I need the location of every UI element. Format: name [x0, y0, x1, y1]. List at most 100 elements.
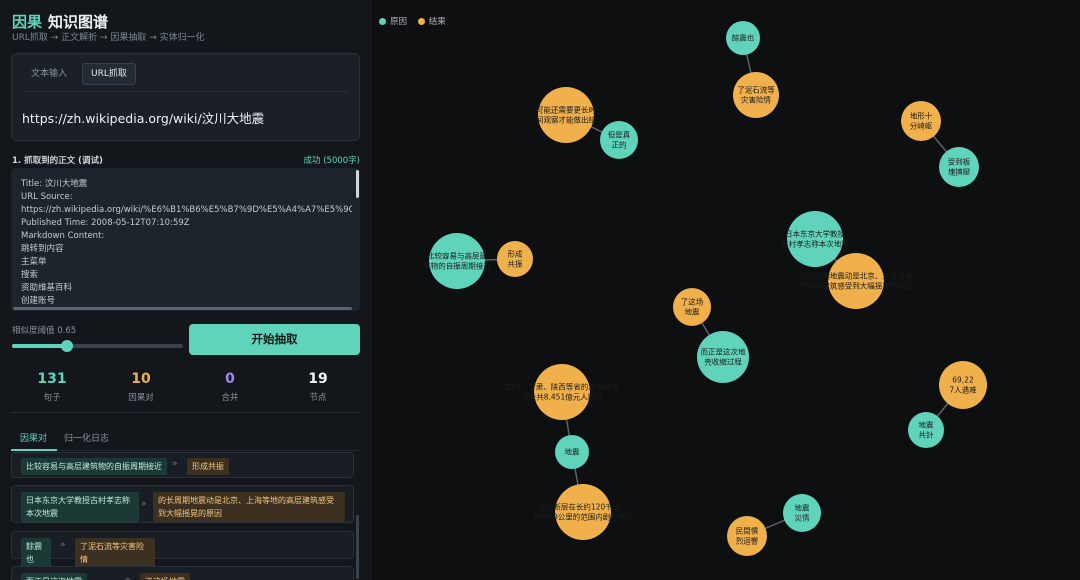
effect-chip: 了这场地震	[140, 573, 190, 580]
graph-node-effect[interactable]: 四川、甘肃、陕西等省的直接经济损失共8,451億元人民幣	[506, 364, 619, 420]
app-title-accent: 因果	[12, 13, 43, 31]
graph-node-cause[interactable]: 地震共計	[908, 412, 944, 448]
extracted-text-line: URL Source:	[21, 192, 73, 202]
arrow-right-icon: »	[125, 575, 131, 580]
horizontal-scrollbar[interactable]	[13, 307, 352, 310]
causal-pair-row[interactable]: 比较容易与高层建筑物的自振周期接近 » 形成共振	[11, 452, 354, 478]
app-title: 因果 知识图谱	[12, 11, 108, 32]
knowledge-graph-canvas[interactable]: 原因 结果 餘震也 了泥石流等 灾害险情 可能还需要更长时 间观察才能做出结 但是真 正的地…	[372, 0, 1080, 580]
graph-node-cause[interactable]: 比较容易与高层建筑物的自振周期接近	[423, 233, 491, 289]
graph-node-effect[interactable]: 此次断层在长约120千米、宽约40公里的范围内剧烈滑动	[533, 484, 633, 540]
graph-node-label: 塊擠壓	[948, 167, 971, 177]
stat-value: 0	[225, 371, 235, 387]
graph-node-effect[interactable]: 民間慣烈迴響	[727, 516, 767, 556]
graph-node-label: 灾害险情	[741, 95, 771, 105]
extracted-text-line: 资助维基百科	[21, 283, 73, 293]
vertical-scrollbar[interactable]	[356, 170, 359, 198]
input-card: 文本输入 URL抓取 https://zh.wikipedia.org/wiki…	[11, 53, 360, 141]
extracted-text-box[interactable]: Title: 汶川大地震 URL Source: https://zh.wikipe…	[11, 168, 360, 311]
extracted-text-line: https://zh.wikipedia.org/wiki/%E6%B1%B6%…	[21, 205, 352, 215]
graph-node-cause[interactable]: 地震	[555, 435, 589, 469]
tab-text-input[interactable]: 文本输入	[23, 63, 75, 85]
graph-node-label: 损失共8,451億元人民幣	[521, 392, 603, 402]
graph-node-label: 此次断层在长约120千米、	[538, 502, 627, 512]
cause-chip: 比较容易与高层建筑物的自振周期接近	[21, 458, 167, 475]
graph-node-label: 餘震也	[732, 33, 755, 43]
extract-section-label: 1. 抓取到的正文 (调试)	[12, 156, 103, 166]
graph-node-effect[interactable]: 地形十分崎岖	[901, 101, 941, 141]
stat-label: 句子	[43, 393, 61, 403]
url-input[interactable]: https://zh.wikipedia.org/wiki/汶川大地震	[22, 108, 264, 127]
extracted-text-line: Published Time: 2008-05-12T07:10:59Z	[21, 218, 190, 228]
arrow-right-icon: »	[172, 459, 178, 469]
causal-pair-row[interactable]: 餘震也 » 了泥石流等灾害险情	[11, 531, 354, 568]
result-tabs-divider	[11, 450, 360, 451]
arrow-right-icon: »	[60, 540, 66, 550]
pair-list-scrollbar[interactable]	[356, 515, 359, 579]
extracted-text-line: Title: 汶川大地震	[21, 179, 88, 189]
tab-divider	[23, 91, 348, 92]
threshold-label: 相似度阈值 0.65	[12, 324, 76, 336]
stat-value: 10	[131, 371, 151, 387]
graph-node-cause[interactable]: 受到板塊擠壓	[939, 147, 979, 187]
extracted-text-line: 搜索	[21, 270, 39, 280]
graph-node-cause[interactable]: 餘震也	[726, 21, 760, 55]
graph-node-label: 但是真	[608, 130, 631, 140]
threshold-slider[interactable]	[12, 340, 183, 352]
graph-node-effect[interactable]: 可能还需要更长时间观察才能做出结	[536, 87, 596, 143]
graph-node-label: 的高层建筑感受到大幅摇晃的原因	[800, 281, 913, 291]
effect-chip: 了泥石流等灾害险情	[75, 538, 155, 568]
graph-node-cause[interactable]: 日本东京大学教授古村孝志称本次地震	[781, 211, 849, 267]
extracted-text-lines: Title: 汶川大地震 URL Source: https://zh.wikipe…	[21, 178, 352, 308]
graph-node-label: 宽约40公里的范围内剧烈滑动	[533, 512, 633, 522]
app-title-rest: 知识图谱	[48, 13, 109, 31]
graph-node-effect[interactable]: 69,227人遇难	[939, 361, 987, 409]
graph-network[interactable]: 餘震也了泥石流等灾害险情可能还需要更长时间观察才能做出结但是真正的地形十分崎岖受…	[372, 0, 1080, 580]
graph-node-label: 形成	[508, 249, 523, 259]
cause-chip: 而正是这次地震	[21, 573, 87, 580]
extracted-text-line: Markdown Content:	[21, 231, 105, 241]
tab-normalization-log[interactable]: 归一化日志	[64, 431, 109, 444]
graph-node-effect[interactable]: 了泥石流等灾害险情	[733, 72, 779, 118]
pipeline-subtitle: URL抓取 → 正文解析 → 因果抽取 → 实体归一化	[12, 33, 205, 43]
stat-1: 10 因果对	[101, 370, 181, 403]
threshold-value: 0.65	[57, 326, 77, 336]
causal-pair-row[interactable]: 日本东京大学教授古村孝志称本次地震» 的长周期地震动是北京、上海等地的高层建筑感受…	[11, 485, 354, 523]
stat-0: 131 句子	[12, 370, 92, 403]
graph-node-label: 災情	[795, 513, 810, 523]
graph-node-label: 共振	[508, 259, 523, 269]
extract-status: 成功 (5000字)	[303, 156, 360, 166]
graph-node-label: 四川、甘肃、陕西等省的直接经济	[506, 382, 619, 392]
graph-node-effect[interactable]: 了这场地震	[673, 288, 711, 326]
tab-url-fetch[interactable]: URL抓取	[82, 63, 136, 85]
graph-node-effect[interactable]: 形成共振	[497, 241, 533, 277]
start-extract-button[interactable]: 开始抽取	[189, 324, 360, 355]
extracted-text-line: 主菜单	[21, 257, 47, 267]
graph-node-cause[interactable]: 而正是这次地壳收缩过程	[697, 331, 749, 383]
threshold-slider-fill	[12, 344, 67, 348]
graph-node-label: 地形十	[910, 111, 933, 121]
section-divider	[11, 412, 360, 413]
threshold-label-text: 相似度阈值	[12, 326, 55, 336]
active-tab-underline	[11, 449, 57, 451]
graph-node-label: 了泥石流等	[737, 85, 775, 95]
stat-label: 因果对	[128, 393, 154, 403]
stat-3: 19 节点	[278, 370, 358, 403]
threshold-slider-thumb[interactable]	[60, 340, 73, 352]
graph-node-label: 地震	[919, 420, 934, 430]
tab-causal-pairs[interactable]: 因果对	[20, 431, 47, 444]
stat-2: 0 合并	[190, 370, 270, 403]
graph-node-label: 的长周期地震动是北京、上海等地	[800, 271, 913, 281]
graph-node-label: 正的	[612, 140, 627, 150]
stat-label: 节点	[309, 393, 327, 403]
effect-chip: 的长周期地震动是北京、上海等地的高层建筑感受到大幅摇晃的原因	[153, 492, 345, 522]
graph-node-cause[interactable]: 地震災情	[783, 494, 821, 532]
graph-node-cause[interactable]: 但是真正的	[600, 121, 638, 159]
causal-pair-row[interactable]: 而正是这次地震 » 了这场地震	[11, 566, 354, 580]
graph-node-label: 古村孝志称本次地震	[781, 239, 849, 249]
graph-node-label: 7人遇难	[949, 385, 977, 395]
extracted-text-line: 跳转到内容	[21, 244, 64, 254]
graph-node-label: 壳收缩过程	[704, 357, 742, 367]
graph-node-label: 地震	[685, 307, 700, 317]
graph-node-label: 地震	[795, 503, 810, 513]
